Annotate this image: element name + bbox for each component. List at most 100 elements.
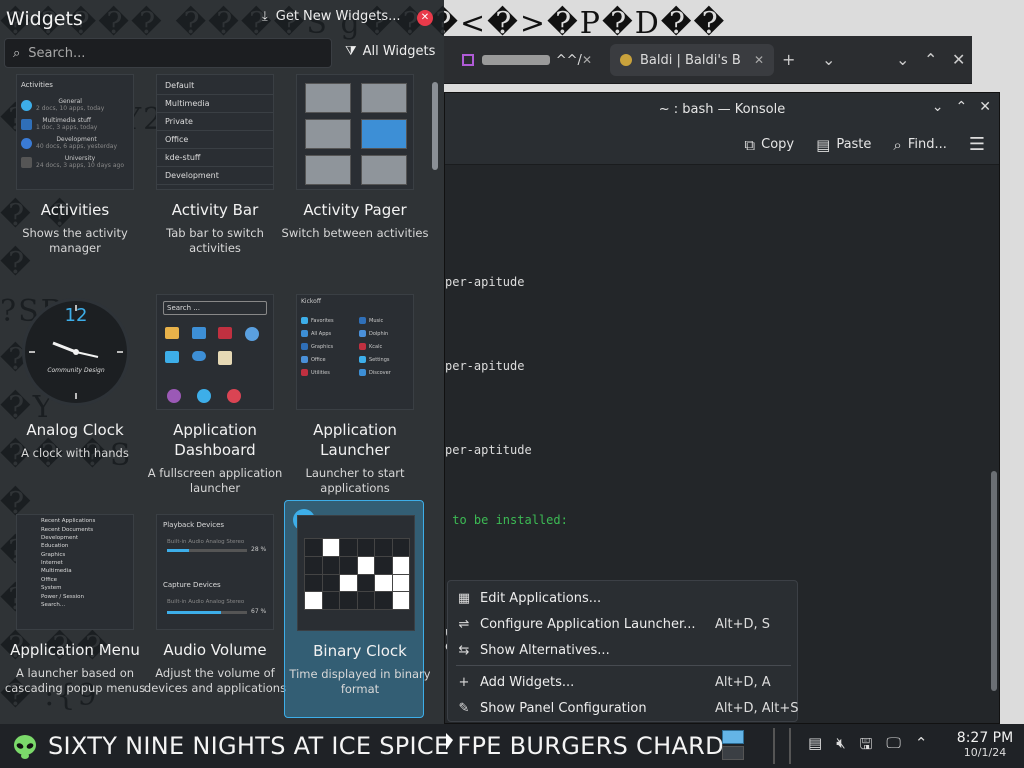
widget-name: Application Menu <box>10 641 140 659</box>
maximize-icon[interactable]: ⌃ <box>956 99 968 115</box>
menu-separator <box>456 665 791 666</box>
tab-label: Baldi | Baldi's B <box>640 52 741 68</box>
binary-cell <box>375 539 392 556</box>
chevron-down-icon[interactable]: ⌄ <box>896 50 909 69</box>
new-tab-icon[interactable]: + <box>782 50 795 69</box>
search-icon: ⌕ <box>13 45 21 61</box>
close-icon[interactable]: ✕ <box>979 99 991 115</box>
binary-cell <box>392 592 409 609</box>
widget-card-activity-pager[interactable]: Activity Pager Switch between activities <box>280 72 428 290</box>
widget-description: Shows the activity manager <box>22 226 128 255</box>
hamburger-menu-icon[interactable]: ☰ <box>969 134 985 155</box>
display-icon[interactable]: 🖵 <box>886 734 900 759</box>
menu-item-shortcut: Alt+D, A <box>715 674 771 690</box>
menu-item-label: Show Panel Configuration <box>480 700 647 716</box>
widget-card-audio-volume[interactable]: Playback Devices Built-in Audio Analog S… <box>140 512 286 724</box>
menu-item-configure-launcher[interactable]: ⇌ Configure Application Launcher... Alt+… <box>448 611 799 637</box>
configure-icon: ⇌ <box>458 616 470 632</box>
terminal-scrollbar[interactable] <box>989 171 997 711</box>
search-box[interactable]: ⌕ <box>4 38 332 68</box>
widget-thumbnail: Default Multimedia Private Office kde-stuff D… <box>156 74 274 190</box>
panel-config-icon: ✎ <box>458 700 470 716</box>
thumb-text: Music <box>359 317 411 324</box>
tab-list-icon[interactable]: ⌄ <box>822 50 835 69</box>
widget-thumbnail <box>297 515 415 631</box>
binary-cell <box>375 592 392 609</box>
tab-close-icon[interactable]: ✕ <box>754 53 764 67</box>
thumb-text: Office <box>157 131 273 149</box>
widget-scrollbar[interactable] <box>430 76 440 716</box>
widget-thumbnail: Recent Applications Recent Documents Devel… <box>16 514 134 630</box>
widget-card-binary-clock[interactable]: 2 Binary Clock Time displayed in binary … <box>284 500 430 718</box>
find-button[interactable]: ⌕ Find... <box>893 136 946 154</box>
chevron-up-icon[interactable]: ⌃ <box>915 734 928 759</box>
chevron-up-icon[interactable]: ⌃ <box>924 50 937 69</box>
thumb-text: Internet <box>41 560 63 567</box>
widget-card-analog-clock[interactable]: 12 Community Design Analog Clock A clock… <box>0 292 140 510</box>
thumb-text: Search... <box>41 601 66 608</box>
scrollbar-thumb[interactable] <box>991 471 997 691</box>
browser-tab-1[interactable]: ^^/ ✕ <box>452 44 602 76</box>
menu-item-show-panel-configuration[interactable]: ✎ Show Panel Configuration Alt+D, Alt+S <box>448 695 799 721</box>
widget-thumbnail <box>296 74 414 190</box>
volume-muted-icon[interactable]: 🔇︎ <box>836 734 845 759</box>
clock-brand: Community Design <box>47 367 105 374</box>
widgets-explorer: Widgets ⤓ Get New Widgets... ✕ ⌕ ⧩ All W… <box>0 0 444 724</box>
close-icon[interactable]: ✕ <box>417 10 433 26</box>
thumb-text: 28 % <box>251 546 267 553</box>
widget-filter-button[interactable]: ⧩ All Widgets <box>345 44 435 59</box>
menu-item-label: Show Alternatives... <box>480 642 610 658</box>
alien-launcher-icon[interactable] <box>13 734 37 760</box>
binary-cell <box>340 574 357 592</box>
tab-favicon-icon <box>462 54 474 66</box>
binary-cell <box>322 592 339 609</box>
panel-drag-handle[interactable] <box>773 728 791 764</box>
widget-description: Adjust the volume of devices and applica… <box>143 666 287 695</box>
terminal-line: per-apitude <box>445 275 525 289</box>
widget-card-application-dashboard[interactable]: Search ... Application Dashboard A fulls… <box>140 292 282 510</box>
terminal-line: to be installed: <box>445 513 568 527</box>
menu-item-edit-applications[interactable]: ▦ Edit Applications... <box>448 585 799 611</box>
widget-card-application-menu[interactable]: Recent Applications Recent Documents Devel… <box>0 512 145 724</box>
widget-card-activities[interactable]: Activities General 2 docs, 10 apps, today… <box>0 72 140 290</box>
clipboard-icon[interactable]: ▤ <box>808 734 822 759</box>
thumb-text: Default <box>157 77 273 95</box>
widget-grid: Activities General 2 docs, 10 apps, today… <box>0 72 430 724</box>
thumb-text: Settings <box>359 356 411 363</box>
search-input[interactable] <box>28 45 309 61</box>
menu-item-label: Configure Application Launcher... <box>480 616 696 632</box>
thumb-text: 67 % <box>251 608 267 615</box>
widget-card-application-launcher[interactable]: Kickoff Favorites All Apps Graphics Office U… <box>280 292 420 510</box>
thumb-text: Favorites <box>301 317 353 324</box>
minimize-icon[interactable]: ⌄ <box>932 99 944 115</box>
binary-cell <box>357 556 374 574</box>
menu-item-show-alternatives[interactable]: ⇆ Show Alternatives... <box>448 637 799 663</box>
save-icon[interactable]: 🖫 <box>860 734 873 759</box>
digital-clock[interactable]: 8:27 PM 10/1/24 <box>952 730 1018 760</box>
binary-cell <box>305 556 322 574</box>
window-title: ~ : bash — Konsole <box>658 101 786 117</box>
filter-icon: ⧩ <box>345 44 357 59</box>
copy-button[interactable]: ⧉ Copy <box>744 136 794 154</box>
binary-cell <box>392 539 409 556</box>
close-icon[interactable]: ✕ <box>952 50 965 69</box>
scrollbar-thumb[interactable] <box>432 82 438 170</box>
virtual-desktop-pager[interactable] <box>722 728 746 764</box>
widget-description: Tab bar to switch activities <box>166 226 264 255</box>
thumb-text: Kickoff <box>301 298 321 305</box>
binary-cell <box>340 592 357 609</box>
widget-thumbnail: Activities General 2 docs, 10 apps, today… <box>16 74 134 190</box>
thumb-text: Power / Session <box>41 593 84 600</box>
panel-title: Widgets <box>6 8 83 30</box>
widget-card-activity-bar[interactable]: Default Multimedia Private Office kde-stuff D… <box>140 72 280 290</box>
get-new-widgets-button[interactable]: ⤓ Get New Widgets... <box>262 9 401 24</box>
tab-close-icon[interactable]: ✕ <box>582 53 592 67</box>
binary-cell <box>340 556 357 574</box>
menu-item-add-widgets[interactable]: + Add Widgets... Alt+D, A <box>448 669 799 695</box>
thumb-text: General <box>58 98 82 105</box>
thumb-text: University <box>64 155 96 162</box>
paste-button[interactable]: ▤ Paste <box>816 136 871 154</box>
konsole-toolbar: ⧉ Copy ▤ Paste ⌕ Find... ☰ <box>445 125 999 165</box>
browser-tab-2[interactable]: Baldi | Baldi's B ✕ <box>610 44 774 76</box>
thumb-text: Office <box>41 576 58 583</box>
